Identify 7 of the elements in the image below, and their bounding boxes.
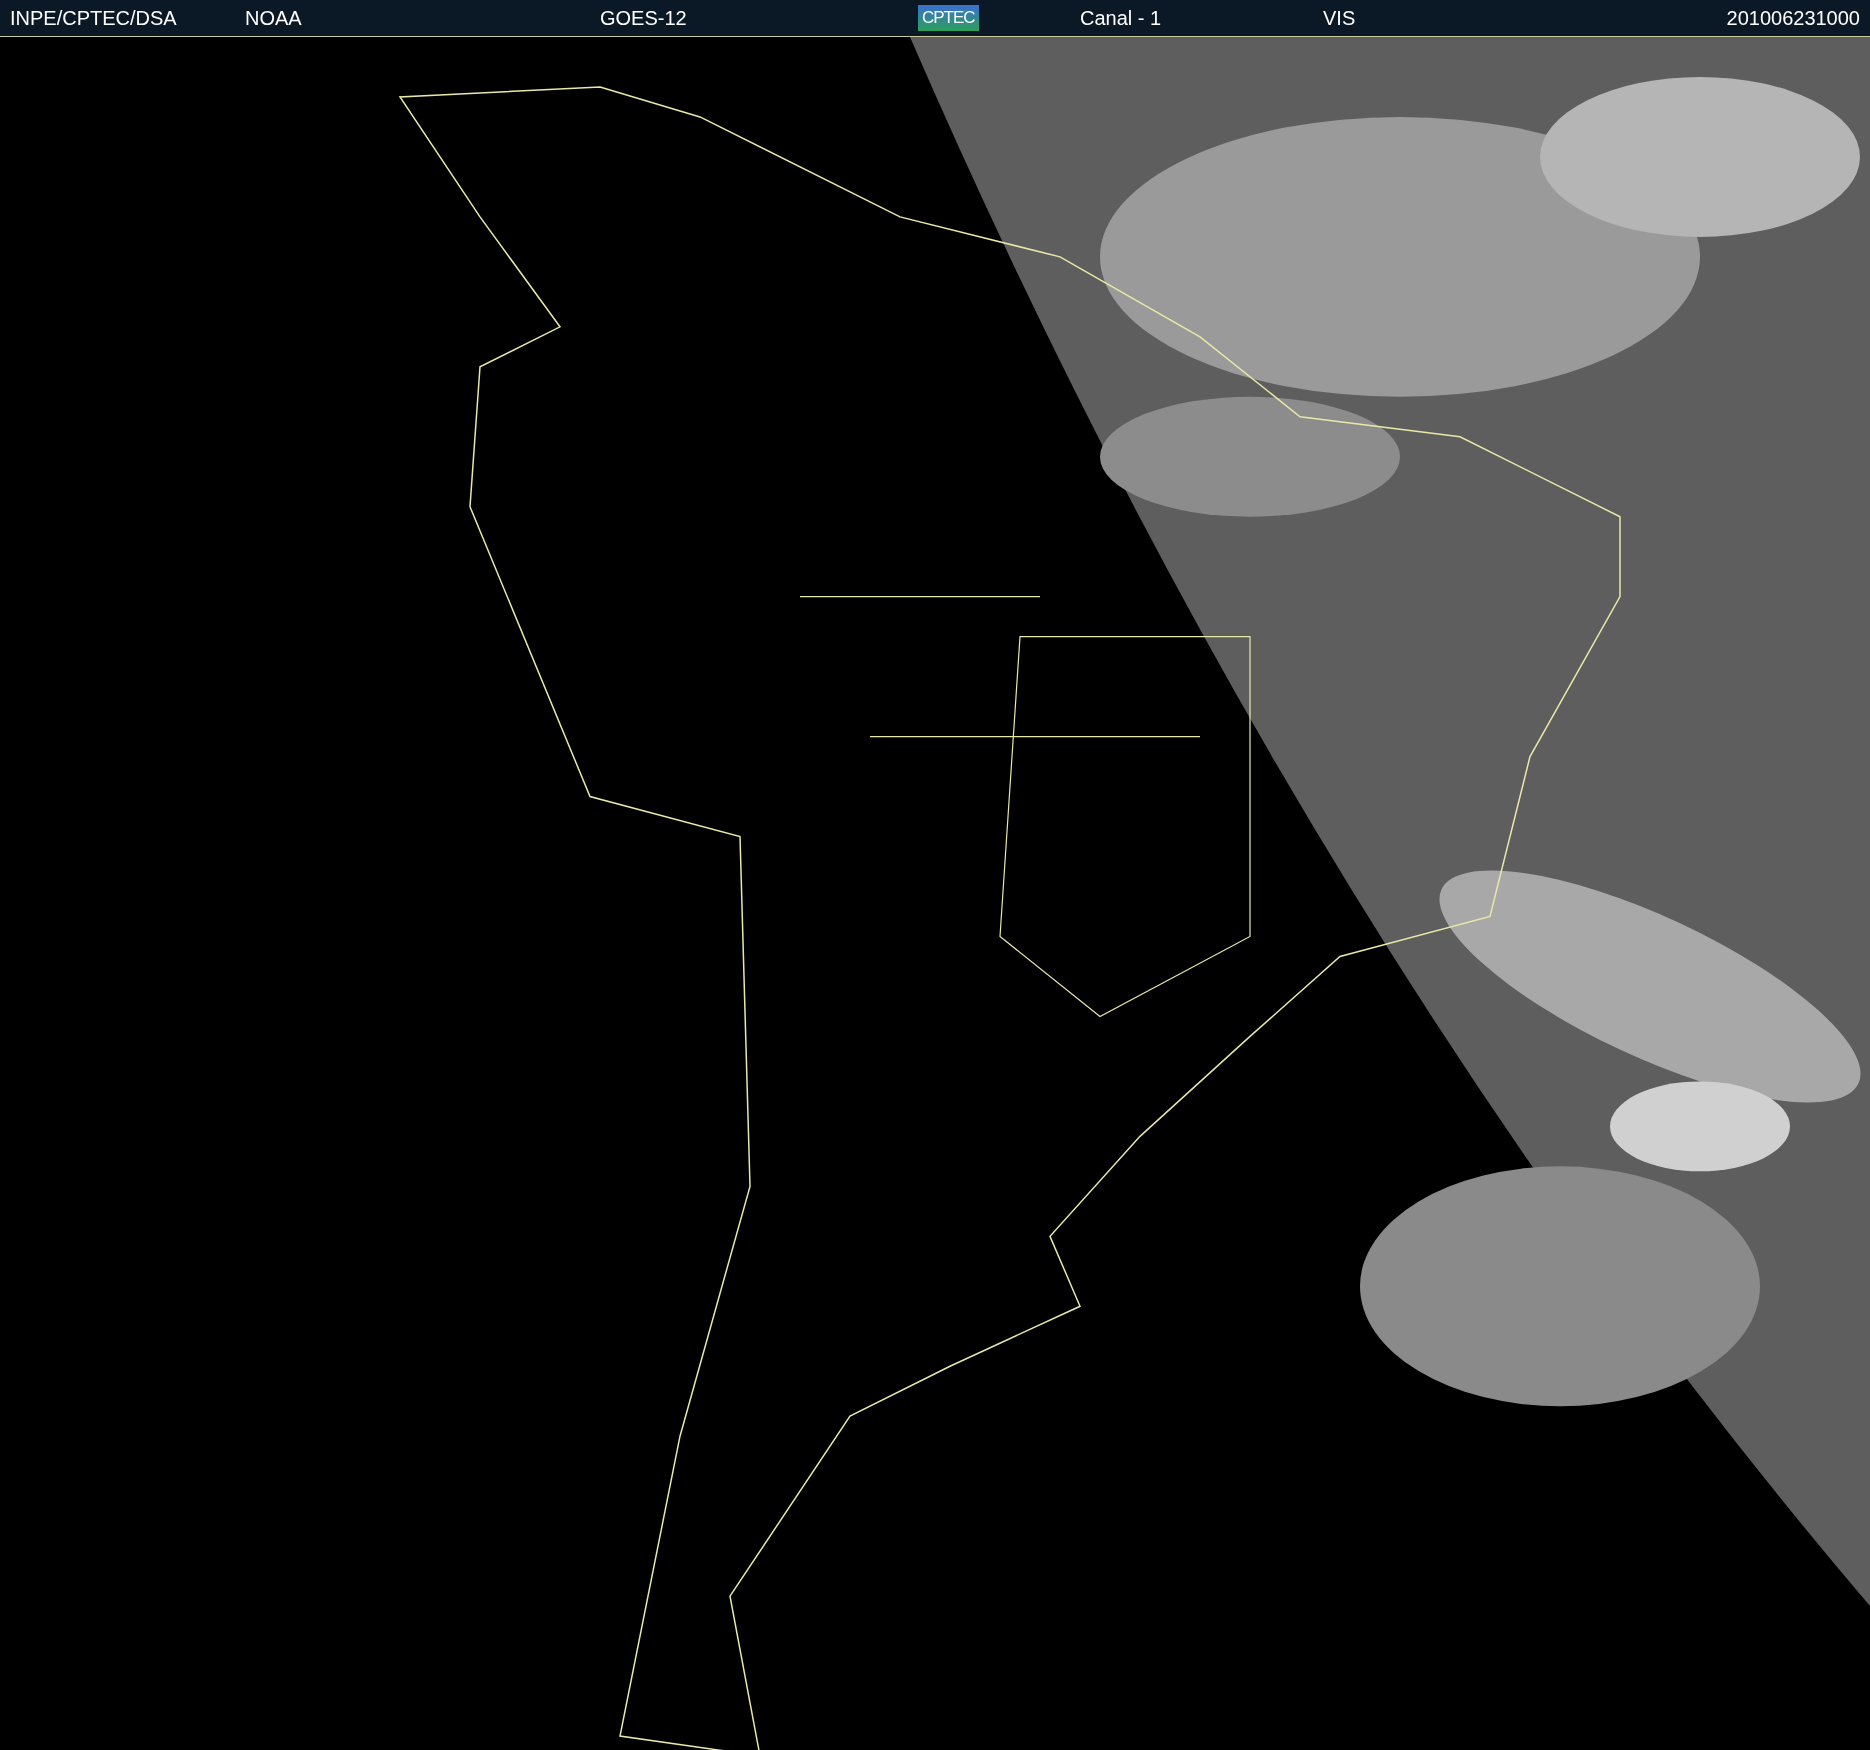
header-label: NOAA (245, 6, 302, 30)
header-label: GOES-12 (600, 6, 687, 30)
header-label: 201006231000 (1726, 6, 1860, 30)
header-label: VIS (1323, 6, 1356, 30)
header-label: Canal - 1 (1080, 6, 1162, 30)
header-label: INPE/CPTEC/DSA (10, 6, 177, 30)
logo: CPTEC (918, 5, 979, 31)
